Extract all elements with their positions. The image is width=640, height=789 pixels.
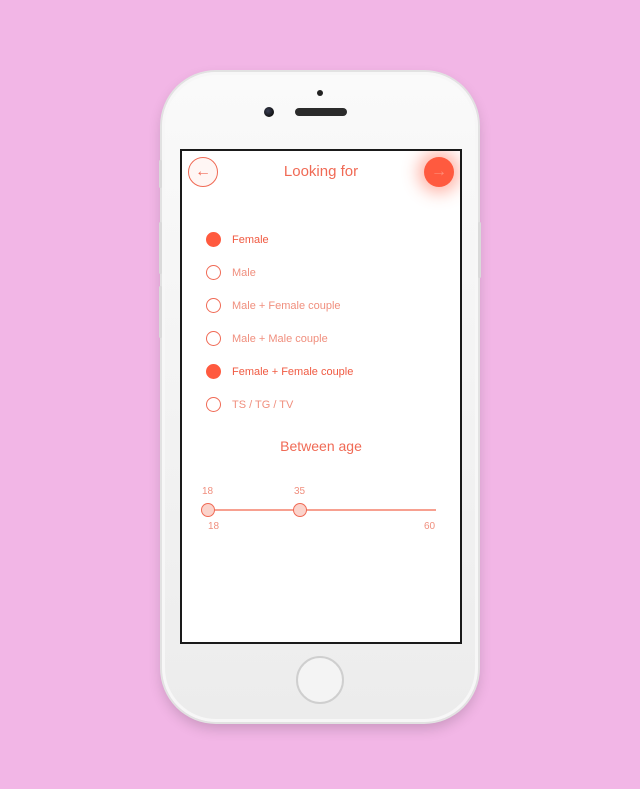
option-label: Female xyxy=(232,233,269,246)
option-female[interactable]: Female xyxy=(206,223,353,256)
slider-handle-max[interactable] xyxy=(293,503,307,517)
option-label: TS / TG / TV xyxy=(232,398,294,411)
option-label: Female + Female couple xyxy=(232,365,354,378)
arrow-right-icon: → xyxy=(431,163,447,180)
selected-min-age: 18 xyxy=(202,486,214,497)
proximity-sensor xyxy=(317,90,323,96)
option-label: Male + Female couple xyxy=(232,299,341,312)
radio-button[interactable] xyxy=(206,265,221,280)
option-male[interactable]: Male xyxy=(206,256,353,289)
range-min-label: 18 xyxy=(208,521,220,532)
option-label: Male + Male couple xyxy=(232,332,328,345)
front-camera xyxy=(264,107,274,117)
volume-up-button xyxy=(159,222,162,274)
slider-handle-min[interactable] xyxy=(201,503,215,517)
phone-frame: ← Looking for → Female Male Male + Femal… xyxy=(159,72,481,722)
option-female-female-couple[interactable]: Female + Female couple xyxy=(206,355,353,388)
option-male-female-couple[interactable]: Male + Female couple xyxy=(206,289,353,322)
radio-button[interactable] xyxy=(206,364,221,379)
age-section-title: Between age xyxy=(280,438,362,454)
mute-switch xyxy=(159,160,162,188)
looking-for-options: Female Male Male + Female couple Male + … xyxy=(206,223,353,421)
radio-button[interactable] xyxy=(206,298,221,313)
option-label: Male xyxy=(232,266,256,279)
selected-max-age: 35 xyxy=(294,486,306,497)
volume-down-button xyxy=(159,286,162,338)
header: ← Looking for → xyxy=(182,151,460,197)
radio-button[interactable] xyxy=(206,397,221,412)
radio-button[interactable] xyxy=(206,232,221,247)
option-ts-tg-tv[interactable]: TS / TG / TV xyxy=(206,388,353,421)
range-max-label: 60 xyxy=(424,521,436,532)
earpiece-speaker xyxy=(295,108,347,116)
slider-track[interactable] xyxy=(208,509,436,511)
home-button[interactable] xyxy=(296,656,344,704)
power-button xyxy=(478,222,481,278)
age-range-slider: 18 35 18 60 xyxy=(182,481,460,532)
next-button[interactable]: → xyxy=(424,157,454,187)
app-screen: ← Looking for → Female Male Male + Femal… xyxy=(180,149,462,644)
page-title: Looking for xyxy=(283,163,359,180)
option-male-male-couple[interactable]: Male + Male couple xyxy=(206,322,353,355)
radio-button[interactable] xyxy=(206,331,221,346)
